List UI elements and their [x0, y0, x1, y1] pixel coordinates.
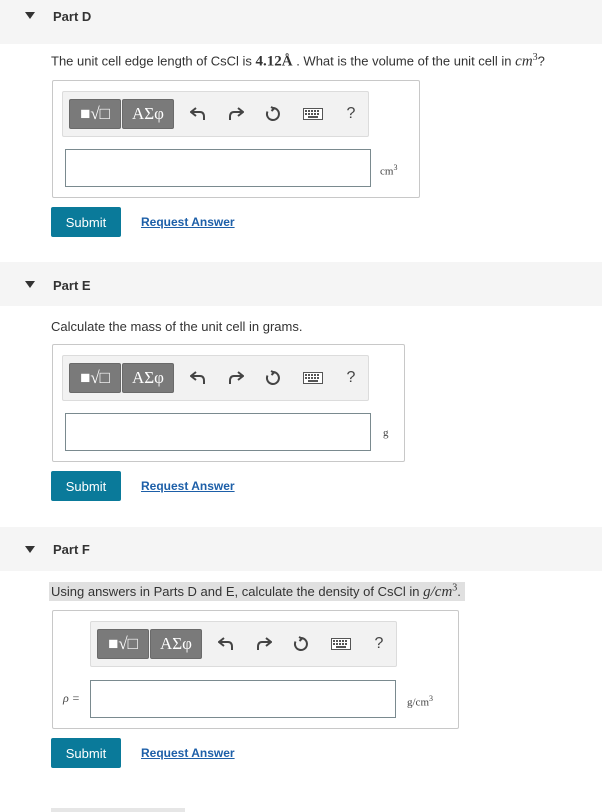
question-text: Using answers in Parts D and E, calculat… — [49, 582, 465, 602]
template-button[interactable]: ■√□ — [97, 629, 149, 659]
request-answer-link[interactable]: Request Answer — [141, 479, 235, 493]
unit-main: g — [383, 427, 389, 439]
template-button[interactable]: ■√□ — [69, 363, 121, 393]
submit-label: Submit — [65, 214, 107, 230]
unit-sup: 3 — [393, 163, 398, 172]
answer-input[interactable] — [90, 680, 396, 718]
equation-toolbar: ■√□ ΑΣφ ? — [62, 355, 369, 401]
unit-sup: 3 — [429, 694, 433, 703]
unit-label: cm3 — [380, 163, 397, 178]
help-icon[interactable]: ? — [341, 104, 361, 124]
submit-label: Submit — [65, 478, 107, 494]
help-icon[interactable]: ? — [369, 634, 389, 654]
greek-glyph: ΑΣφ — [132, 104, 164, 123]
part-title: Part E — [53, 278, 91, 293]
reset-icon[interactable] — [263, 368, 283, 388]
submit-button[interactable]: Submit — [51, 471, 121, 501]
template-button[interactable]: ■√□ — [69, 99, 121, 129]
help-glyph: ? — [374, 635, 384, 652]
help-glyph: ? — [346, 369, 356, 386]
question-prefix: Using answers in Parts D and E, calculat… — [51, 584, 424, 600]
question-text: The unit cell edge length of CsCl is 4.1… — [51, 52, 545, 70]
question-unit: cm — [515, 53, 533, 70]
reset-icon[interactable] — [263, 104, 283, 124]
redo-icon[interactable] — [226, 368, 246, 388]
keyboard-icon[interactable] — [303, 104, 323, 124]
template-glyph: ■√□ — [80, 104, 110, 123]
question-prefix: The unit cell edge length of CsCl is — [51, 53, 256, 69]
density-label: ρ = — [63, 691, 80, 705]
part-title: Part D — [53, 9, 92, 24]
keyboard-icon[interactable] — [331, 634, 351, 654]
caret-down-icon[interactable] — [25, 546, 35, 553]
unit-main: cm — [380, 165, 394, 178]
unit-label: g — [383, 427, 389, 439]
answer-input[interactable] — [65, 413, 371, 451]
question-mid: . What is the volume of the unit cell in — [292, 53, 516, 69]
part-e-header[interactable]: Part E — [0, 262, 602, 306]
submit-button[interactable]: Submit — [51, 207, 121, 237]
answer-input[interactable] — [65, 149, 371, 187]
request-answer-link[interactable]: Request Answer — [141, 215, 235, 229]
redo-icon[interactable] — [254, 634, 274, 654]
reset-icon[interactable] — [291, 634, 311, 654]
keyboard-icon[interactable] — [303, 368, 323, 388]
greek-button[interactable]: ΑΣφ — [122, 363, 174, 393]
template-glyph: ■√□ — [108, 634, 138, 653]
answer-box: ■√□ ΑΣφ ? ρ = g/cm3 — [52, 610, 459, 729]
equation-toolbar: ■√□ ΑΣφ ? — [90, 621, 397, 667]
help-icon[interactable]: ? — [341, 368, 361, 388]
undo-icon[interactable] — [216, 634, 236, 654]
template-glyph: ■√□ — [80, 368, 110, 387]
greek-glyph: ΑΣφ — [132, 368, 164, 387]
question-suffix: ? — [537, 53, 545, 69]
request-answer-link[interactable]: Request Answer — [141, 746, 235, 760]
question-unit: g/cm — [423, 584, 453, 601]
unit-label: g/cm3 — [407, 694, 433, 709]
question-value: 4.12Å — [255, 53, 293, 70]
submit-button[interactable]: Submit — [51, 738, 121, 768]
caret-down-icon[interactable] — [25, 281, 35, 288]
highlighted-question: Using answers in Parts D and E, calculat… — [49, 582, 465, 602]
part-d-header[interactable]: Part D — [0, 0, 602, 44]
answer-box: ■√□ ΑΣφ ? g — [52, 344, 405, 462]
bottom-bar — [51, 808, 185, 812]
unit-main: g/cm — [407, 696, 429, 709]
help-glyph: ? — [346, 105, 356, 122]
caret-down-icon[interactable] — [25, 12, 35, 19]
part-f-header[interactable]: Part F — [0, 527, 602, 571]
undo-icon[interactable] — [188, 368, 208, 388]
submit-label: Submit — [65, 745, 107, 761]
greek-glyph: ΑΣφ — [160, 634, 192, 653]
part-title: Part F — [53, 542, 90, 557]
question-text: Calculate the mass of the unit cell in g… — [51, 319, 303, 334]
equation-toolbar: ■√□ ΑΣφ ? — [62, 91, 369, 137]
redo-icon[interactable] — [226, 104, 246, 124]
undo-icon[interactable] — [188, 104, 208, 124]
answer-box: ■√□ ΑΣφ ? cm3 — [52, 80, 420, 198]
greek-button[interactable]: ΑΣφ — [122, 99, 174, 129]
question-suffix: . — [457, 584, 461, 600]
greek-button[interactable]: ΑΣφ — [150, 629, 202, 659]
